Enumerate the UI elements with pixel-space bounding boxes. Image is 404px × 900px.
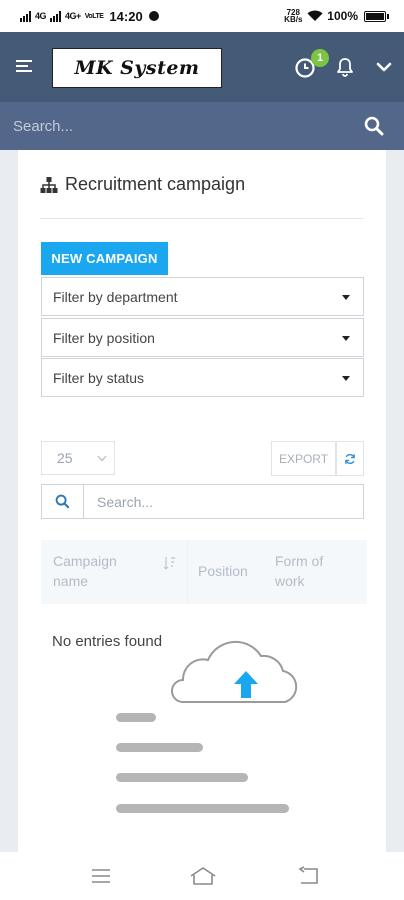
caret-down-icon xyxy=(342,295,350,300)
sitemap-icon xyxy=(40,176,58,193)
notification-badge: 1 xyxy=(311,49,329,67)
signal-label-2: 4G+ xyxy=(65,11,81,21)
filter-status-select[interactable]: Filter by status xyxy=(41,358,364,397)
caret-down-icon xyxy=(342,376,350,381)
column-campaign-name[interactable]: Campaign name xyxy=(53,551,143,591)
status-bar-right: 728 KB/s 100% xyxy=(283,8,389,24)
filter-position-label: Filter by position xyxy=(53,329,155,346)
page-title-text: Recruitment campaign xyxy=(65,174,246,194)
title-divider xyxy=(40,218,364,219)
nav-menu-icon[interactable] xyxy=(90,867,112,885)
table-search-input[interactable] xyxy=(84,485,363,518)
search-icon xyxy=(42,485,84,518)
status-bar: 4G 4G+ VoLTE 14:20 728 KB/s 100% xyxy=(0,0,404,32)
caret-down-icon xyxy=(342,336,350,341)
filter-department-label: Filter by department xyxy=(53,288,178,305)
global-search-bar xyxy=(0,102,404,150)
message-icon xyxy=(148,11,159,21)
signal-label-1: 4G xyxy=(35,11,47,21)
nav-home-icon[interactable] xyxy=(189,866,217,886)
signal-icon-2 xyxy=(50,10,62,22)
sort-icon[interactable] xyxy=(163,555,177,571)
global-search-input[interactable] xyxy=(0,102,350,150)
battery-percent: 100% xyxy=(327,9,358,23)
column-form-of-work[interactable]: Form of work xyxy=(275,551,345,591)
recruitment-card: Recruitment campaign NEW CAMPAIGN Filter… xyxy=(18,150,386,852)
signal-icon xyxy=(20,10,31,22)
column-divider xyxy=(187,540,188,604)
table-search xyxy=(41,484,364,519)
filter-department-select[interactable]: Filter by department xyxy=(41,277,364,316)
filter-position-select[interactable]: Filter by position xyxy=(41,318,364,357)
bell-icon[interactable] xyxy=(334,56,356,78)
network-speed: 728 KB/s xyxy=(284,8,303,24)
logo[interactable]: MK System xyxy=(52,48,222,88)
cloud-upload-icon xyxy=(116,640,298,813)
battery-icon xyxy=(364,10,389,22)
refresh-button[interactable] xyxy=(336,441,364,476)
chevron-down-icon[interactable] xyxy=(376,60,392,74)
column-position[interactable]: Position xyxy=(198,561,248,581)
new-campaign-button[interactable]: NEW CAMPAIGN xyxy=(41,242,168,275)
menu-icon[interactable] xyxy=(16,60,32,74)
page-title: Recruitment campaign xyxy=(40,174,245,195)
refresh-icon xyxy=(345,453,355,464)
nav-back-icon[interactable] xyxy=(297,866,321,886)
page-size-select[interactable]: 25 xyxy=(41,441,115,475)
app-header: MK System 1 xyxy=(0,32,404,102)
search-icon[interactable] xyxy=(363,115,385,137)
page-size-value: 25 xyxy=(57,450,73,466)
status-time: 14:20 xyxy=(109,8,143,24)
volte-label: VoLTE xyxy=(84,12,104,20)
wifi-icon xyxy=(307,10,323,21)
chevron-down-icon xyxy=(97,455,107,462)
table-header: Campaign name Position Form of work xyxy=(41,540,367,604)
system-nav-bar xyxy=(0,852,404,900)
export-button[interactable]: EXPORT xyxy=(271,441,336,476)
status-bar-left: 4G 4G+ VoLTE 14:20 xyxy=(20,9,159,24)
filter-status-label: Filter by status xyxy=(53,369,145,386)
